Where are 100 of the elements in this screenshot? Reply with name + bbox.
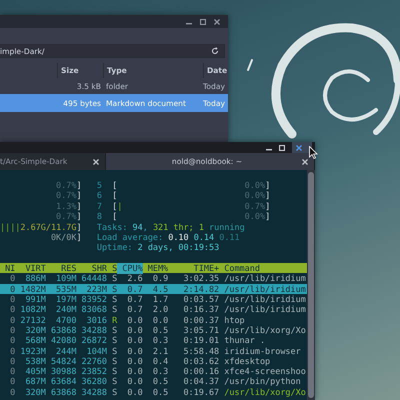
table-cell-text: 244M [55,346,76,356]
column-header[interactable]: VIRT [15,263,46,274]
process-row[interactable]: 0 538M 54824 22760 S 0.0 0.4 0:03.62 xfdesktop [0,356,307,366]
table-cell-text: 0.7 [126,304,143,315]
process-row[interactable]: 0 687M 63684 36280 S 0.0 0.5 0:04.37 /usr/bin/python [0,376,307,387]
table-cell-text: htop [223,314,246,326]
column-header[interactable]: SHR [76,263,108,274]
column-header[interactable]: S [107,263,118,274]
cpu-meter-text: 0.0%] [244,180,270,190]
table-cell-text: 0.0 [126,356,143,366]
table-cell-text: 320M [24,386,46,398]
table-cell-text: 36280 [80,376,108,387]
process-row[interactable]: 0 405M 30988 23852 S 0.0 0.3 0:00.16 xfce4-screenshoo [0,366,307,376]
table-cell-text: 0.0 [126,346,143,356]
table-cell-text: /usr/bin/python [223,376,302,387]
process-row[interactable]: 0 991M 197M 83952 S 0.7 1.7 0:03.57 /usr/lib/iridium [0,294,307,304]
table-cell-text: 0:04.37 [182,376,220,387]
maximize-icon[interactable] [279,144,285,150]
table-cell-text: 0.5 [152,376,168,387]
table-cell-text: iridium-browser [223,346,302,356]
table-cell-text: 1923M [19,346,46,356]
column-header[interactable]: MEM% [142,263,168,274]
table-cell-text: 0.0 [126,386,143,398]
table-cell-text: 104M [86,346,108,356]
table-cell-text: 2.0 [152,304,168,315]
process-row[interactable]: 0 886M 109M 64448 S 2.6 0.9 3:02.35 /usr/lib/iridium [0,273,307,284]
cpu-meter-text: 0.7%] [244,200,270,212]
status-text: Tasks: 94, 321 thr; 1 running [96,222,245,232]
table-cell-text: 0.5 [152,386,168,398]
table-cell-text: 1482M [19,284,46,294]
table-cell-text: 687M [24,376,46,387]
status-text: Load average: 0.10 0.14 0.11 [96,232,240,242]
process-row[interactable]: 0 320M 63868 34288 S 0.0 0.5 3:05.71 /usr/lib/xorg/Xo [0,324,307,336]
scrollbar[interactable] [307,170,315,400]
cpu-bar-text: [ [112,190,118,201]
refresh-icon[interactable] [211,47,219,55]
table-cell-text: 0 [9,376,16,387]
table-cell-text: 0 [9,304,16,315]
table-cell-text: S [111,273,118,284]
table-cell-text: 2.6 [126,273,143,284]
table-cell-text: 0:00.37 [182,314,220,326]
table-cell-text: 0.0 [126,376,143,387]
table-cell-text: xfce4-screenshoo [223,366,307,376]
cpu-bar-text: [ [112,180,118,190]
table-cell-text: S [111,304,118,315]
process-row[interactable]: 0 1082M 240M 83068 S 0.7 2.0 0:16.37 /usr/lib/iridium [0,304,307,315]
table-cell-text: thunar . [223,335,266,346]
table-cell-text: 0:19.67 [182,386,220,398]
column-header[interactable]: NI [0,263,16,274]
table-cell-text: 0 [9,324,16,336]
process-row[interactable]: 0 27132 4700 3016 R 0.0 0.0 0:00.37 htop [0,314,307,325]
table-cell-text: 0 [9,273,16,284]
process-row[interactable]: 0 1923M 244M 104M S 0.0 2.1 5:58.48 iridium-browser [0,346,307,356]
table-cell-text: 320M [24,324,46,336]
column-header[interactable]: TIME+ [168,263,220,274]
column-header[interactable]: RES [46,263,76,274]
table-cell-text: 1082M [19,304,46,315]
table-cell-text: 30988 [50,366,76,376]
table-cell-text: 0 [9,335,16,346]
table-cell-text: 0.0 [152,314,168,326]
table-cell-text: 0.7 [126,294,143,304]
table-cell-text: S [111,356,118,366]
cpu-bar-text: [ [112,211,118,222]
table-cell-text: 3:02.35 [182,273,220,284]
close-icon[interactable] [93,158,99,164]
table-cell-text: 64448 [80,273,108,284]
table-cell-text: 0.9 [152,273,168,284]
table-cell-text: 0 [9,366,16,376]
table-cell-text: /usr/lib/iridium [223,304,307,315]
table-cell-text: 405M [24,366,46,376]
table-cell-text: 5:58.48 [182,346,220,356]
column-header[interactable]: CPU% [117,263,143,274]
process-row[interactable]: 0 1482M 535M 223M S 0.7 4.5 2:14.82 /usr/lib/iridium [0,284,307,294]
table-cell-text: 4.5 [152,284,168,294]
table-cell-text: /usr/lib/xorg/Xo [223,324,307,336]
close-icon[interactable] [302,158,308,164]
cpu-meter-text: 1.3%] [55,200,82,212]
process-row[interactable]: 0 320M 63868 34288 S 0.0 0.5 0:19.67 /usr/lib/xorg/Xo [0,386,307,397]
table-cell-text: S [111,284,118,294]
column-header[interactable]: Command [219,263,307,274]
cpu-number: 6 [96,190,103,201]
table-cell-text: 0:03.57 [182,294,220,304]
table-cell-text: 83068 [80,304,108,315]
table-cell-text: 0 [9,284,16,294]
status-text: Uptime: 2 days, 00:19:53 [96,242,220,253]
cpu-number: 8 [96,211,103,222]
cpu-number: 5 [96,180,103,190]
table-cell-text: xfdesktop [223,356,272,366]
process-row[interactable]: 0 568M 42080 26872 S 0.0 0.3 0:19.01 thunar . [0,335,307,346]
table-cell-text: 22760 [80,356,108,366]
table-cell-text: 27132 [19,314,46,326]
swap-meter-text: 0K/0K] [50,232,82,242]
table-cell-text: S [111,346,118,356]
close-button[interactable] [292,142,312,153]
cursor-icon [309,146,318,159]
table-cell-text: 568M [24,335,46,346]
close-icon[interactable] [214,18,220,24]
maximize-icon[interactable] [200,18,206,24]
cpu-meter-text: 0.7%] [55,211,82,222]
cpu-number: 7 [96,200,103,212]
